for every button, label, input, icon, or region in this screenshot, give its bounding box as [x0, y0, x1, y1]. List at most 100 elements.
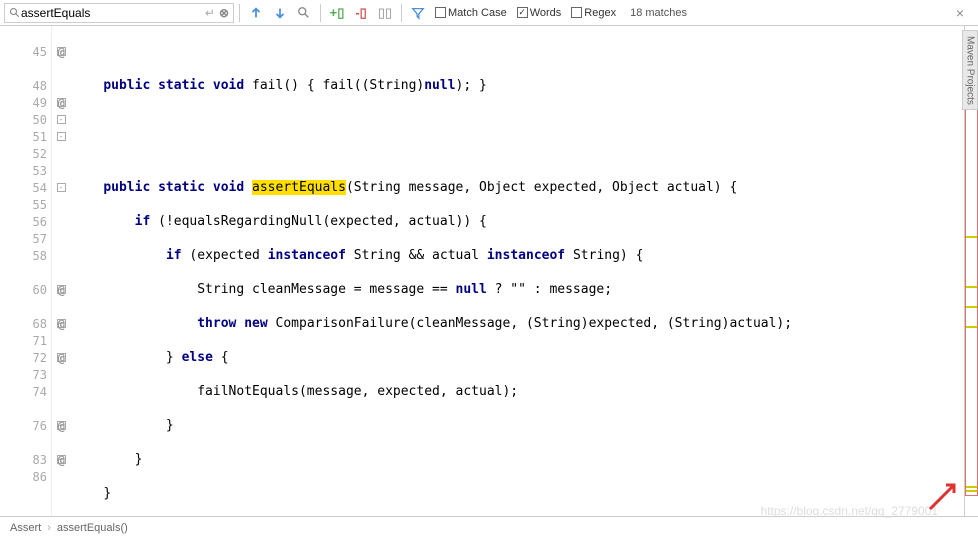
code-line: if (!equalsRegardingNull(expected, actua…	[72, 213, 964, 230]
change-marker-icon: @	[58, 419, 65, 433]
fold-cell	[52, 366, 70, 383]
code-line: public static void assertEquals(String m…	[72, 179, 964, 196]
line-number: 51	[0, 128, 51, 145]
code-line: } else {	[72, 349, 964, 366]
collapse-fold-icon[interactable]: -	[57, 183, 66, 192]
line-number: 60@	[0, 281, 51, 298]
prev-match-button[interactable]	[245, 2, 267, 24]
words-checkbox[interactable]: ✓Words	[517, 7, 562, 19]
fold-cell	[52, 434, 70, 451]
next-match-button[interactable]	[269, 2, 291, 24]
change-marker-icon: @	[58, 351, 65, 365]
fold-cell	[52, 468, 70, 485]
change-marker-icon: @	[58, 283, 65, 297]
select-all-icon[interactable]: ▯▯	[374, 2, 396, 24]
clear-search-icon[interactable]: ⊗	[219, 6, 229, 20]
line-number: 68@	[0, 315, 51, 332]
sidebar-tab-maven[interactable]: Maven Projects	[962, 30, 978, 110]
search-input[interactable]	[21, 6, 205, 20]
fold-cell	[52, 60, 70, 77]
match-case-checkbox[interactable]: Match Case	[435, 7, 507, 19]
code-line: public static void fail() { fail((String…	[72, 77, 964, 94]
minimap-marker	[966, 286, 977, 288]
line-number: 54	[0, 179, 51, 196]
fold-cell	[52, 77, 70, 94]
fold-cell	[52, 196, 70, 213]
fold-cell	[52, 332, 70, 349]
fold-cell	[52, 400, 70, 417]
change-marker-icon: @	[58, 45, 65, 59]
separator	[239, 4, 240, 22]
line-number	[0, 26, 51, 43]
history-icon[interactable]: ↵	[205, 6, 215, 20]
line-number: 52	[0, 145, 51, 162]
match-case-label: Match Case	[448, 7, 507, 19]
fold-cell: -	[52, 111, 70, 128]
collapse-fold-icon[interactable]: -	[57, 115, 66, 124]
close-search-icon[interactable]: ×	[952, 5, 968, 21]
minimap-marker	[966, 490, 977, 492]
search-icon	[9, 7, 21, 19]
fold-cell	[52, 162, 70, 179]
code-line	[72, 111, 964, 128]
minimap-marker	[966, 306, 977, 308]
change-marker-icon: @	[58, 317, 65, 331]
fold-cell	[52, 213, 70, 230]
search-settings-icon[interactable]	[293, 2, 315, 24]
fold-cell	[52, 298, 70, 315]
separator	[401, 4, 402, 22]
words-label: Words	[530, 7, 562, 19]
breadcrumb-class[interactable]: Assert	[10, 522, 41, 534]
fold-cell	[52, 26, 70, 43]
regex-checkbox[interactable]: Regex	[571, 7, 616, 19]
change-marker-icon: @	[58, 453, 65, 467]
code-line: }	[72, 485, 964, 502]
fold-cell: -	[52, 128, 70, 145]
minimap-marker	[966, 236, 977, 238]
search-toolbar: ↵ ⊗ +▯ -▯ ▯▯ Match Case ✓Words Regex 18 …	[0, 0, 978, 26]
search-highlight: assertEquals	[252, 180, 346, 195]
breadcrumb-separator: ›	[47, 522, 51, 534]
minimap-marker	[966, 326, 977, 328]
change-marker-icon: @	[58, 96, 65, 110]
minimap-marker	[966, 486, 977, 488]
code-line: throw new ComparisonFailure(cleanMessage…	[72, 315, 964, 332]
line-number: 45@	[0, 43, 51, 60]
line-number: 55	[0, 196, 51, 213]
code-line: String cleanMessage = message == null ? …	[72, 281, 964, 298]
code-line: if (expected instanceof String && actual…	[72, 247, 964, 264]
code-view[interactable]: public static void fail() { fail((String…	[70, 26, 964, 516]
line-number: 72@	[0, 349, 51, 366]
breadcrumb-method[interactable]: assertEquals()	[57, 522, 128, 534]
code-line	[72, 43, 964, 60]
line-number: 53	[0, 162, 51, 179]
line-number: 50	[0, 111, 51, 128]
search-field-wrapper: ↵ ⊗	[4, 3, 234, 23]
line-number: 86	[0, 468, 51, 485]
code-line: }	[72, 451, 964, 468]
fold-cell	[52, 145, 70, 162]
separator	[320, 4, 321, 22]
filter-icon[interactable]	[407, 2, 429, 24]
editor-area: 45@4849@50515253545556575860@68@7172@737…	[0, 26, 978, 516]
match-count: 18 matches	[630, 7, 687, 19]
line-number: 48	[0, 77, 51, 94]
fold-cell	[52, 264, 70, 281]
remove-selection-icon[interactable]: -▯	[350, 2, 372, 24]
code-line: failNotEquals(message, expected, actual)…	[72, 383, 964, 400]
breadcrumb-bar: Assert › assertEquals()	[0, 516, 978, 538]
line-number	[0, 298, 51, 315]
add-selection-icon[interactable]: +▯	[326, 2, 348, 24]
line-number: 57	[0, 230, 51, 247]
line-number: 71	[0, 332, 51, 349]
line-number	[0, 400, 51, 417]
line-number	[0, 60, 51, 77]
collapse-fold-icon[interactable]: -	[57, 132, 66, 141]
line-number: 58	[0, 247, 51, 264]
line-number	[0, 434, 51, 451]
line-number: 49@	[0, 94, 51, 111]
fold-cell	[52, 247, 70, 264]
line-number: 83@	[0, 451, 51, 468]
line-gutter: 45@4849@50515253545556575860@68@7172@737…	[0, 26, 52, 516]
fold-cell: -	[52, 179, 70, 196]
